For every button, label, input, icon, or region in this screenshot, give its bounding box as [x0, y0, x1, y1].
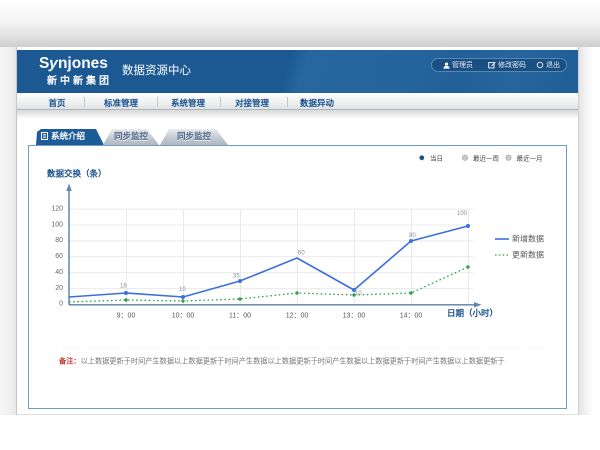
- svg-text:120: 120: [51, 206, 63, 213]
- svg-text:备注：以上数据更新于时间产生数据以上数据更新于时间产生数据以: 备注：以上数据更新于时间产生数据以上数据更新于时间产生数据以上数据更新于时间产生…: [58, 357, 505, 366]
- svg-text:100: 100: [457, 211, 468, 217]
- svg-text:最近一周: 最近一周: [473, 153, 499, 162]
- svg-text:0: 0: [59, 300, 63, 307]
- svg-text:60: 60: [55, 253, 63, 260]
- svg-text:35: 35: [233, 274, 240, 280]
- svg-text:40: 40: [55, 269, 63, 276]
- svg-text:100: 100: [51, 221, 63, 228]
- svg-text:新增数据: 新增数据: [512, 234, 544, 244]
- svg-text:最近一月: 最近一月: [517, 153, 543, 162]
- svg-text:20: 20: [55, 285, 63, 292]
- svg-text:10: 10: [179, 287, 186, 293]
- svg-text:当日: 当日: [430, 153, 443, 162]
- svg-text:14：00: 14：00: [400, 313, 423, 320]
- svg-text:9：00: 9：00: [117, 313, 136, 320]
- svg-text:数据交换（条）: 数据交换（条）: [47, 169, 107, 179]
- svg-text:11：00: 11：00: [229, 313, 251, 320]
- svg-text:更新数据: 更新数据: [512, 250, 544, 260]
- svg-text:13：00: 13：00: [343, 313, 366, 320]
- svg-text:日期（小时）: 日期（小时）: [447, 308, 498, 318]
- svg-text:10：00: 10：00: [172, 313, 195, 320]
- svg-text:80: 80: [409, 233, 416, 239]
- svg-text:80: 80: [55, 237, 63, 244]
- svg-text:60: 60: [298, 251, 305, 257]
- svg-text:12：00: 12：00: [286, 313, 309, 320]
- svg-text:10: 10: [355, 291, 362, 297]
- svg-text:18: 18: [120, 284, 127, 290]
